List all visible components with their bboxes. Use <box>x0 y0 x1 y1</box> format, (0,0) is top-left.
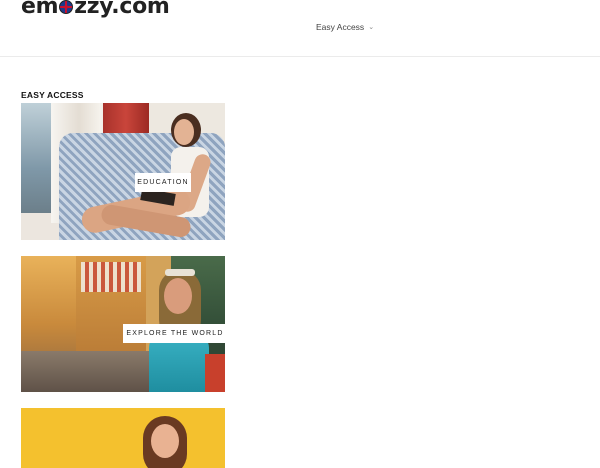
card-label-education[interactable]: EDUCATION <box>135 173 191 192</box>
chevron-down-icon: ⌄ <box>368 24 375 31</box>
card-explore-the-world[interactable]: EXPLORE THE WORLD <box>21 256 225 392</box>
logo-text-suffix: zzy.com <box>74 0 170 19</box>
nav-easy-access-label: Easy Access <box>316 22 365 32</box>
card-third[interactable] <box>21 408 225 468</box>
card-image-window <box>21 103 53 213</box>
header-divider <box>0 56 600 57</box>
site-logo[interactable]: em zzy.com <box>21 0 170 19</box>
nav-easy-access[interactable]: Easy Access ⌄ <box>316 22 374 32</box>
logo-text-prefix: em <box>21 0 59 19</box>
card-education[interactable]: EDUCATION <box>21 103 225 240</box>
card-label-explore-the-world[interactable]: EXPLORE THE WORLD <box>123 324 225 343</box>
flag-icon <box>59 0 74 14</box>
section-title: EASY ACCESS <box>21 90 84 100</box>
